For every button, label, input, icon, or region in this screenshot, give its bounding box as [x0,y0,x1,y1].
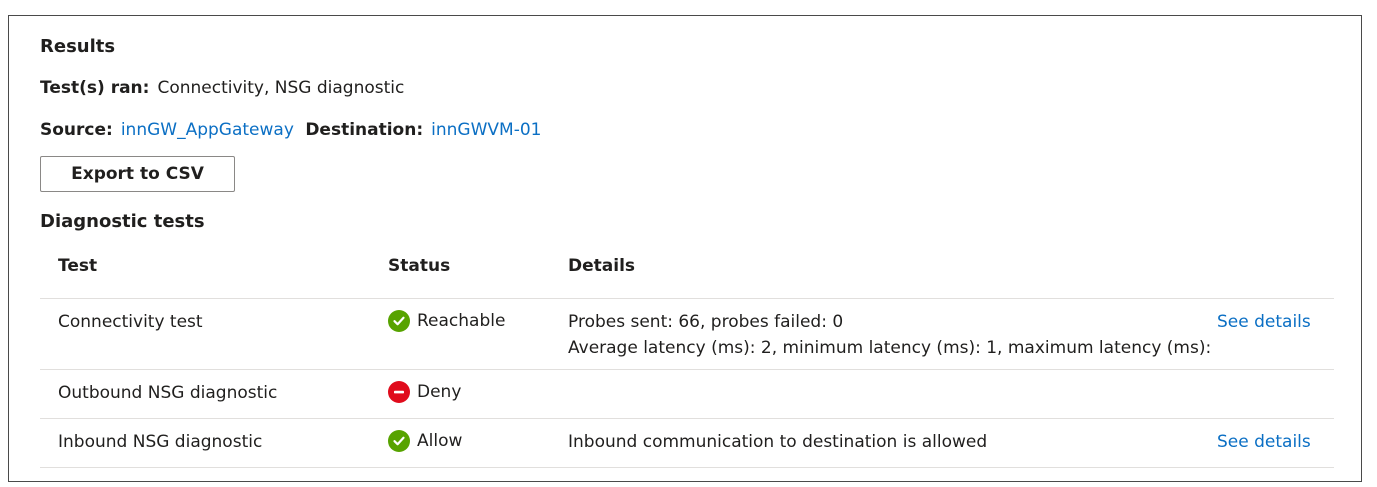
see-details-link[interactable]: See details [1217,312,1311,332]
check-circle-icon [388,430,410,452]
details-line-1: Probes sent: 66, probes failed: 0 [568,312,844,332]
diagnostic-tests-table: Test Status Details Connectivity test Re… [40,248,1334,468]
source-label: Source: [40,120,113,140]
test-name: Inbound NSG diagnostic [58,432,263,452]
status-label: Allow [417,431,463,451]
column-header-test: Test [58,256,98,276]
source-destination-line: Source: innGW_AppGateway Destination: innG… [40,120,541,140]
column-header-status: Status [388,256,451,276]
status-cell: Reachable [388,310,505,332]
deny-icon [388,381,410,403]
results-title: Results [40,36,116,57]
source-link[interactable]: innGW_AppGateway [121,120,294,140]
tests-ran-label: Test(s) ran: [40,78,150,98]
check-circle-icon [388,310,410,332]
diagnostic-tests-title: Diagnostic tests [40,211,205,232]
destination-link[interactable]: innGWVM-01 [431,120,541,140]
tests-ran-line: Test(s) ran: Connectivity, NSG diagnostic [40,78,404,98]
test-name: Connectivity test [58,312,203,332]
tests-ran-value: Connectivity, NSG diagnostic [157,78,405,98]
table-row: Inbound NSG diagnostic Allow Inbound com… [40,419,1334,468]
test-name: Outbound NSG diagnostic [58,383,278,403]
export-csv-button[interactable]: Export to CSV [40,156,235,192]
status-label: Deny [417,382,462,402]
status-label: Reachable [417,311,506,331]
status-cell: Allow [388,430,462,452]
table-row: Connectivity test Reachable Probes sent:… [40,299,1334,370]
table-row: Outbound NSG diagnostic Deny [40,370,1334,419]
status-cell: Deny [388,381,461,403]
details-line-2: Average latency (ms): 2, minimum latency… [568,338,1212,358]
destination-label: Destination: [305,120,424,140]
column-header-details: Details [568,256,636,276]
details-line-1: Inbound communication to destination is … [568,432,988,452]
table-header: Test Status Details [40,248,1334,299]
see-details-link[interactable]: See details [1217,432,1311,452]
results-panel: Results Test(s) ran: Connectivity, NSG di… [8,15,1362,482]
